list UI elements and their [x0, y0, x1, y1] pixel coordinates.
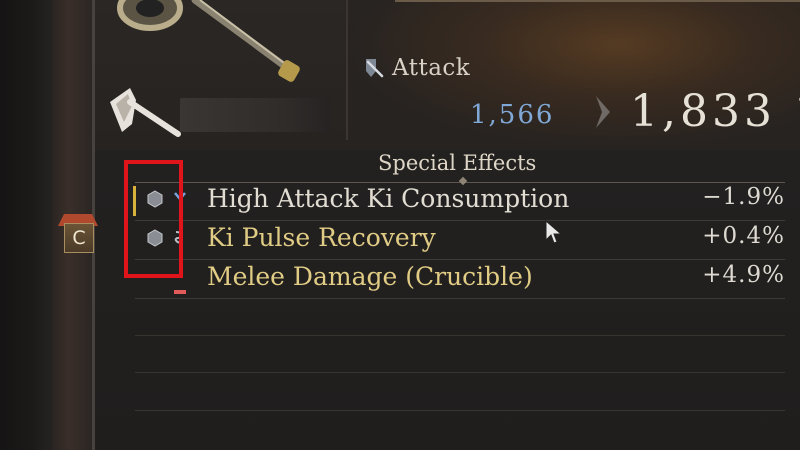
effect-value: +4.9%: [702, 262, 785, 288]
effect-name: Melee Damage (Crucible): [207, 262, 533, 291]
effect-row-ki-pulse-recovery[interactable]: Ki Pulse Recovery +0.4%: [135, 221, 785, 260]
attack-label: Attack: [392, 55, 471, 81]
effect-row-melee-damage-crucible[interactable]: Melee Damage (Crucible) +4.9%: [135, 260, 785, 299]
effect-name: High Attack Ki Consumption: [207, 184, 570, 213]
left-margin: [0, 0, 52, 450]
attack-new-value-overflow: 1: [794, 86, 800, 137]
attack-new-value-number: 1,833: [630, 86, 776, 137]
header-top-line: [395, 0, 800, 2]
attack-current-value: 1,566: [470, 100, 555, 130]
attack-new-value: 1,833 1: [630, 86, 800, 137]
c-grade-badge[interactable]: C: [64, 223, 94, 253]
sword-shield-icon: [362, 56, 386, 80]
effect-value: −1.9%: [702, 184, 785, 210]
attack-stat-label-row: Attack: [362, 55, 470, 81]
special-effects-title: Special Effects: [378, 151, 537, 175]
header-separator: [346, 0, 348, 140]
red-highlight-annotation: [124, 160, 183, 278]
effect-row-high-attack-ki[interactable]: High Attack Ki Consumption −1.9%: [133, 182, 785, 221]
crucible-marker-icon: [174, 290, 186, 294]
mouse-cursor-icon: [545, 220, 563, 244]
empty-slot-divider: [135, 410, 785, 411]
chevron-right-icon: [596, 96, 610, 128]
weapon-name-bar: [180, 98, 330, 132]
empty-slot-divider: [135, 335, 785, 336]
empty-slot-divider: [135, 372, 785, 373]
effect-value: +0.4%: [702, 223, 785, 249]
effect-name: Ki Pulse Recovery: [207, 223, 436, 252]
axe-weapon-type-icon: [110, 88, 181, 137]
